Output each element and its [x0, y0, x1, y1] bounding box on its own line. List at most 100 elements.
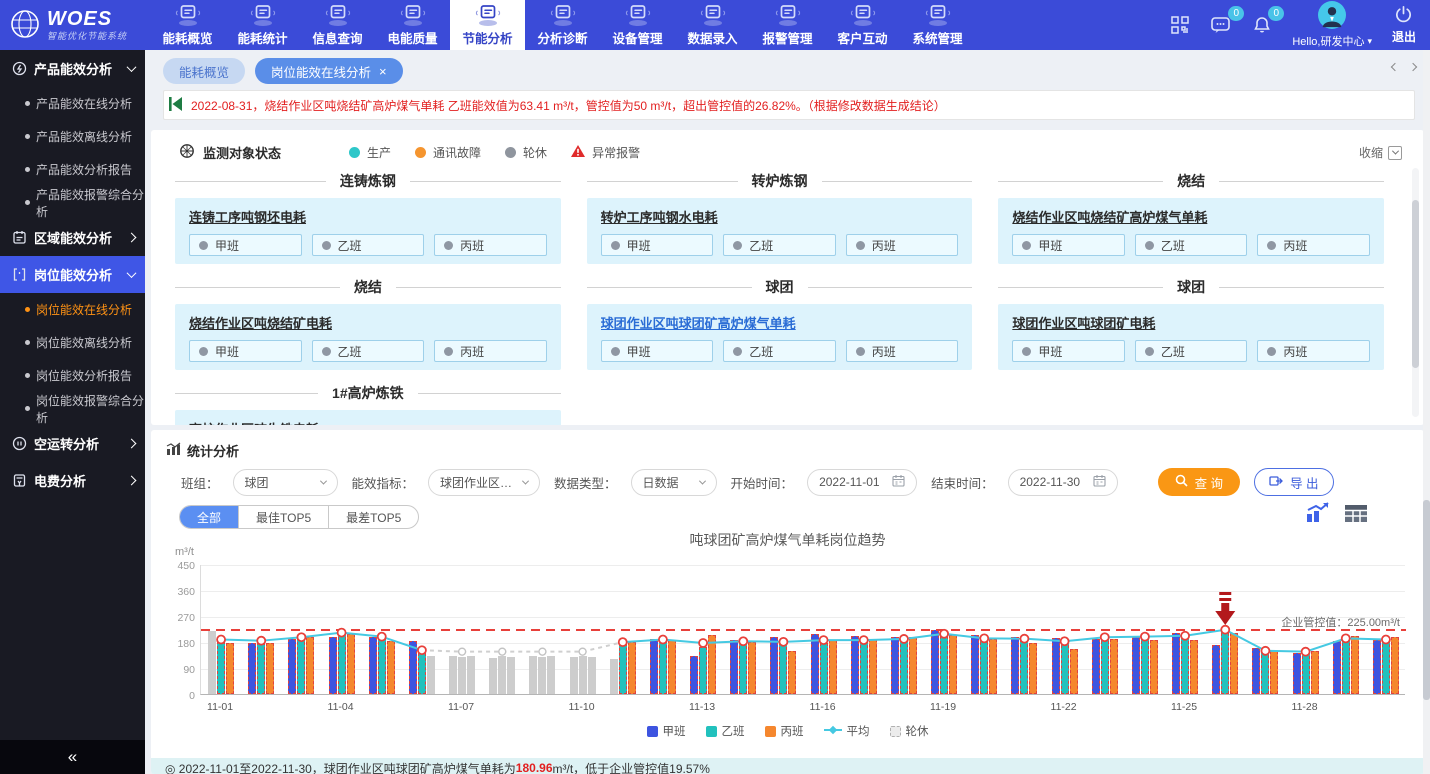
- tab-scroll-left-icon[interactable]: [1391, 63, 1399, 71]
- monitor-card-title[interactable]: 球团作业区吨球团矿高炉煤气单耗: [601, 313, 959, 332]
- sidebar-item-岗位能效分析[interactable]: 岗位能效分析: [0, 256, 145, 293]
- chart-legend-平均[interactable]: 平均: [824, 723, 870, 739]
- user-menu[interactable]: Hello,研发中心▾: [1292, 1, 1372, 49]
- shift-button-甲班[interactable]: 甲班: [601, 234, 714, 256]
- nav-item-能耗概览[interactable]: 能耗概览: [150, 0, 225, 50]
- monitor-scrollbar-thumb[interactable]: [1412, 200, 1419, 368]
- sidebar-subitem-岗位能效报警综合分析[interactable]: 岗位能效报警综合分析: [0, 392, 145, 425]
- chart-legend-乙班[interactable]: 乙班: [706, 723, 745, 739]
- bullet-dot: [25, 200, 30, 205]
- shift-button-乙班[interactable]: 乙班: [723, 340, 836, 362]
- chart-legend-丙班[interactable]: 丙班: [765, 723, 804, 739]
- status-legend-生产[interactable]: 生产: [349, 144, 391, 161]
- date-picker-结束时间[interactable]: 2022-11-30: [1008, 469, 1118, 496]
- view-tab-全部[interactable]: 全部: [180, 506, 239, 528]
- shift-button-甲班[interactable]: 甲班: [189, 234, 302, 256]
- sidebar-subitem-产品能效在线分析[interactable]: 产品能效在线分析: [0, 87, 145, 120]
- shift-button-甲班[interactable]: 甲班: [601, 340, 714, 362]
- shift-button-丙班[interactable]: 丙班: [846, 234, 959, 256]
- chart-legend-甲班[interactable]: 甲班: [647, 723, 686, 739]
- nav-item-节能分析[interactable]: 节能分析: [450, 0, 525, 50]
- table-view-icon[interactable]: [1344, 504, 1368, 523]
- qrcode-icon[interactable]: [1170, 15, 1190, 35]
- monitor-card-连铸工序吨钢坯电耗[interactable]: 连铸工序吨钢坯电耗甲班乙班丙班: [175, 198, 561, 264]
- nav-item-数据录入[interactable]: 数据录入: [675, 0, 750, 50]
- monitor-card-title[interactable]: 转炉工序吨钢水电耗: [601, 207, 959, 226]
- nav-item-设备管理[interactable]: 设备管理: [600, 0, 675, 50]
- status-legend-通讯故障[interactable]: 通讯故障: [415, 144, 481, 161]
- rest-swatch-icon: [890, 726, 901, 737]
- shift-button-甲班[interactable]: 甲班: [1012, 340, 1125, 362]
- select-能效指标[interactable]: 球团作业区吨球...: [428, 469, 540, 496]
- sidebar-item-产品能效分析[interactable]: 产品能效分析: [0, 50, 145, 87]
- status-legend-异常报警[interactable]: 异常报警: [571, 144, 640, 161]
- monitor-card-烧结作业区吨烧结矿高炉煤气单耗[interactable]: 烧结作业区吨烧结矿高炉煤气单耗甲班乙班丙班: [998, 198, 1384, 264]
- nav-item-客户互动[interactable]: 客户互动: [825, 0, 900, 50]
- status-legend-轮休[interactable]: 轮休: [505, 144, 547, 161]
- sidebar-item-电费分析[interactable]: 电费分析: [0, 462, 145, 499]
- date-picker-开始时间[interactable]: 2022-11-01: [807, 469, 917, 496]
- chart-legend-轮休[interactable]: 轮休: [890, 723, 929, 739]
- shift-button-乙班[interactable]: 乙班: [1135, 340, 1248, 362]
- view-tab-最佳TOP5[interactable]: 最佳TOP5: [239, 506, 329, 528]
- shift-button-丙班[interactable]: 丙班: [1257, 340, 1370, 362]
- nav-item-信息查询[interactable]: 信息查询: [300, 0, 375, 50]
- tab-scroll-right-icon[interactable]: [1409, 63, 1417, 71]
- shift-status-dot: [322, 241, 331, 250]
- shift-button-乙班[interactable]: 乙班: [312, 340, 425, 362]
- sidebar-item-区域能效分析[interactable]: 区域能效分析: [0, 219, 145, 256]
- tab-能耗概览[interactable]: 能耗概览: [163, 58, 245, 84]
- monitor-card-球团作业区吨球团矿高炉煤气单耗[interactable]: 球团作业区吨球团矿高炉煤气单耗甲班乙班丙班: [587, 304, 973, 370]
- monitor-card-转炉工序吨钢水电耗[interactable]: 转炉工序吨钢水电耗甲班乙班 丙班: [587, 198, 973, 264]
- nav-item-报警管理[interactable]: 报警管理: [750, 0, 825, 50]
- monitor-card-球团作业区吨球团矿电耗[interactable]: 球团作业区吨球团矿电耗甲班乙班丙班: [998, 304, 1384, 370]
- shift-status-dot: [444, 241, 453, 250]
- monitor-card-烧结作业区吨烧结矿电耗[interactable]: 烧结作业区吨烧结矿电耗甲班乙班丙班: [175, 304, 561, 370]
- shift-button-丙班[interactable]: 丙班: [434, 234, 547, 256]
- monitor-card-title[interactable]: 烧结作业区吨烧结矿高炉煤气单耗: [1012, 207, 1370, 226]
- shift-button-乙班[interactable]: 乙班: [723, 234, 836, 256]
- shift-button-甲班[interactable]: 甲班: [1012, 234, 1125, 256]
- monitor-card-title[interactable]: 连铸工序吨钢坯电耗: [189, 207, 547, 226]
- sidebar-item-空运转分析[interactable]: 空运转分析: [0, 425, 145, 462]
- sidebar-subitem-产品能效报警综合分析[interactable]: 产品能效报警综合分析: [0, 186, 145, 219]
- notifications-bell-icon[interactable]: 0: [1252, 15, 1272, 35]
- sidebar-subitem-产品能效分析报告[interactable]: 产品能效分析报告: [0, 153, 145, 186]
- nav-item-分析诊断[interactable]: 分析诊断: [525, 0, 600, 50]
- nav-item-电能质量[interactable]: 电能质量: [375, 0, 450, 50]
- sidebar-subitem-产品能效离线分析[interactable]: 产品能效离线分析: [0, 120, 145, 153]
- shift-button-丙班[interactable]: 丙班: [434, 340, 547, 362]
- sidebar-subitem-岗位能效分析报告[interactable]: 岗位能效分析报告: [0, 359, 145, 392]
- trend-chart-icon[interactable]: [1304, 502, 1330, 524]
- sidebar-subitem-岗位能效在线分析[interactable]: 岗位能效在线分析: [0, 293, 145, 326]
- shift-label: 丙班: [872, 237, 896, 254]
- tab-close-icon[interactable]: ×: [379, 64, 387, 79]
- select-班组[interactable]: 球团: [233, 469, 338, 496]
- monitor-card-title[interactable]: 球团作业区吨球团矿电耗: [1012, 313, 1370, 332]
- shift-button-丙班[interactable]: 丙班: [1257, 234, 1370, 256]
- sidebar-collapse-button[interactable]: «: [0, 740, 145, 774]
- shift-button-甲班[interactable]: 甲班: [189, 340, 302, 362]
- collapse-panel-button[interactable]: 收缩: [1359, 144, 1402, 161]
- monitor-card-title[interactable]: 高炉作业区吨生铁电耗: [189, 419, 547, 425]
- monitor-card-title[interactable]: 烧结作业区吨烧结矿电耗: [189, 313, 547, 332]
- shift-button-丙班[interactable]: 丙班: [846, 340, 959, 362]
- monitor-card-高炉作业区吨生铁电耗[interactable]: 高炉作业区吨生铁电耗甲班乙班丙班: [175, 410, 561, 425]
- messages-icon[interactable]: 0: [1210, 15, 1232, 35]
- nav-item-能耗统计[interactable]: 能耗统计: [225, 0, 300, 50]
- tab-岗位能效在线分析[interactable]: 岗位能效在线分析×: [255, 58, 403, 84]
- shift-button-乙班[interactable]: 乙班: [1135, 234, 1248, 256]
- x-tick-label: 11-01: [195, 701, 245, 713]
- nav-item-系统管理[interactable]: 系统管理: [900, 0, 975, 50]
- shift-button-乙班[interactable]: 乙班: [312, 234, 425, 256]
- sidebar-subitem-岗位能效离线分析[interactable]: 岗位能效离线分析: [0, 326, 145, 359]
- logout-button[interactable]: 退出: [1392, 5, 1416, 45]
- export-button[interactable]: 导 出: [1254, 468, 1333, 496]
- shift-status-dot: [1145, 241, 1154, 250]
- select-数据类型[interactable]: 日数据: [631, 469, 717, 496]
- view-tab-最差TOP5[interactable]: 最差TOP5: [329, 506, 418, 528]
- sidebar: 产品能效分析产品能效在线分析产品能效离线分析产品能效分析报告产品能效报警综合分析…: [0, 50, 145, 774]
- page-scrollbar-thumb[interactable]: [1423, 500, 1430, 700]
- chart-legend-label: 平均: [847, 723, 870, 739]
- query-button[interactable]: 查 询: [1158, 468, 1240, 496]
